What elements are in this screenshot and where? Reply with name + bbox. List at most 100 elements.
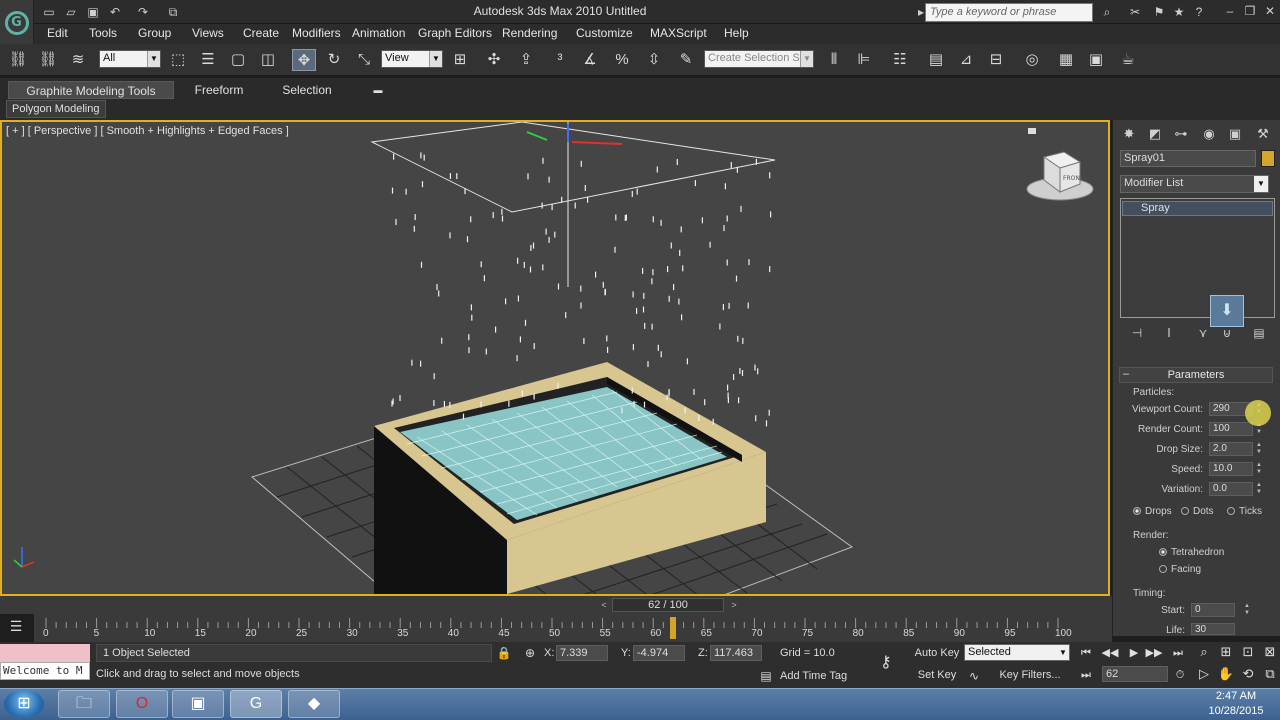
field-of-view-icon[interactable]: ▷ [1194, 665, 1214, 683]
mini-curve-editor-icon[interactable]: ☰ [4, 618, 28, 638]
next-frame-arrow-icon[interactable]: > [728, 598, 740, 612]
remote-desktop-taskbar-icon[interactable]: ▣ [172, 690, 224, 718]
render-facing-radio[interactable]: Facing [1159, 564, 1201, 575]
reference-coordinate-select[interactable]: View ▼ [381, 50, 443, 68]
variation-spinner[interactable]: ▲ ▼ [1255, 482, 1263, 496]
key-mode-toggle-icon[interactable]: ⏭ [1076, 667, 1096, 683]
selection-region-icon[interactable]: ▢ [226, 49, 250, 71]
start-field[interactable]: 0 [1191, 603, 1235, 617]
zoom-extents-icon[interactable]: ⊡ [1238, 643, 1258, 661]
go-to-end-icon[interactable]: ⏭ [1168, 645, 1188, 661]
angle-snap-icon[interactable]: ∡ [578, 49, 602, 71]
unlink-icon[interactable]: ⛓ [36, 49, 60, 71]
menu-views[interactable]: Views [192, 26, 224, 40]
configure-sets-icon[interactable]: ▤ [1249, 325, 1269, 341]
help-icon[interactable]: ? [1190, 3, 1208, 21]
subscription-icon[interactable]: ⚑ [1150, 3, 1168, 21]
redo-icon[interactable]: ↷ [134, 3, 152, 21]
orbit-icon[interactable]: ⟲ [1238, 665, 1258, 683]
time-tag-icon[interactable]: ▤ [758, 668, 774, 684]
pan-view-icon[interactable]: ✋ [1216, 665, 1236, 683]
restore-icon[interactable]: ❐ [1242, 3, 1258, 19]
life-field[interactable]: 30 [1191, 623, 1235, 635]
new-file-icon[interactable]: ▭ [40, 3, 58, 21]
zoom-all-icon[interactable]: ⊞ [1216, 643, 1236, 661]
undo-icon[interactable]: ↶ [106, 3, 124, 21]
edit-named-selection-icon[interactable]: ✎ [674, 49, 698, 71]
menu-animation[interactable]: Animation [352, 26, 405, 40]
mirror-icon[interactable]: ⫴ [822, 49, 846, 71]
select-and-move-icon[interactable]: ✥ [292, 49, 316, 71]
key-tangent-icon[interactable]: ∿ [966, 668, 982, 684]
schematic-view-icon[interactable]: ⊟ [984, 49, 1008, 71]
pivot-center-icon[interactable]: ⊞ [448, 49, 472, 71]
search-input[interactable]: Type a keyword or phrase [925, 3, 1093, 22]
drop-size-spinner[interactable]: ▲ ▼ [1255, 442, 1263, 456]
parameters-rollout-header[interactable]: Parameters [1119, 367, 1273, 383]
motion-tab-icon[interactable]: ◉ [1199, 125, 1219, 143]
pin-stack-icon[interactable]: ⊣ [1127, 325, 1147, 341]
display-drops-radio[interactable]: Drops [1133, 506, 1172, 517]
menu-customize[interactable]: Customize [576, 26, 633, 40]
3dsmax-taskbar-icon[interactable]: G [230, 690, 282, 718]
create-tab-icon[interactable]: ✸ [1119, 125, 1139, 143]
ribbon-options-icon[interactable]: ▬ [370, 81, 386, 99]
menu-modifiers[interactable]: Modifiers [292, 26, 341, 40]
viewcube[interactable]: FRONT [1026, 128, 1094, 201]
select-and-manipulate-icon[interactable]: ✣ [482, 49, 506, 71]
window-crossing-icon[interactable]: ◫ [256, 49, 280, 71]
ribbon-tab-graphite[interactable]: Graphite Modeling Tools [8, 81, 174, 99]
graphite-toggle-icon[interactable]: ▤ [924, 49, 948, 71]
select-by-name-icon[interactable]: ☰ [196, 49, 220, 71]
select-object-icon[interactable]: ⬚ [166, 49, 190, 71]
speed-spinner[interactable]: ▲ ▼ [1255, 462, 1263, 476]
menu-help[interactable]: Help [724, 26, 749, 40]
favorites-star-icon[interactable]: ★ [1170, 3, 1188, 21]
quick-render-icon[interactable]: ☕ [1116, 49, 1140, 71]
previous-frame-arrow-icon[interactable]: < [598, 598, 610, 612]
ribbon-polygon-modeling[interactable]: Polygon Modeling [6, 100, 106, 118]
next-frame-icon[interactable]: ▶▶ [1144, 645, 1164, 661]
modify-tab-icon[interactable]: ◩ [1145, 125, 1165, 143]
keyboard-shortcut-override-icon[interactable]: ⇪ [514, 49, 538, 71]
application-taskbar-icon[interactable]: ◆ [288, 690, 340, 718]
select-and-rotate-icon[interactable]: ↻ [322, 49, 346, 71]
time-configuration-icon[interactable]: ⏱ [1170, 667, 1190, 683]
object-color-swatch[interactable] [1261, 150, 1275, 167]
current-frame-marker[interactable] [670, 617, 677, 639]
utilities-tab-icon[interactable]: ⚒ [1253, 125, 1273, 143]
time-slider-track[interactable] [0, 596, 1112, 614]
x-coordinate-field[interactable]: 7.339 [556, 645, 608, 661]
perspective-viewport[interactable]: [ + ] [ Perspective ] [ Smooth + Highlig… [0, 120, 1110, 596]
application-button[interactable]: G [0, 0, 34, 46]
maxscript-listener[interactable]: Welcome to M [0, 662, 90, 680]
selection-filter-select[interactable]: All ▼ [99, 50, 161, 68]
zoom-extents-all-icon[interactable]: ⊠ [1260, 643, 1280, 661]
rendered-frame-icon[interactable]: ▣ [1084, 49, 1108, 71]
explorer-taskbar-icon[interactable]: 🗀 [58, 690, 110, 718]
play-icon[interactable]: ▶ [1124, 645, 1144, 661]
menu-maxscript[interactable]: MAXScript [650, 26, 707, 40]
menu-rendering[interactable]: Rendering [502, 26, 557, 40]
binoculars-icon[interactable]: ⌕ [1098, 3, 1116, 21]
time-slider-thumb[interactable]: 62 / 100 [612, 598, 724, 612]
variation-field[interactable]: 0.0 [1209, 482, 1253, 496]
clock-date[interactable]: 10/28/2015 [1196, 705, 1276, 717]
maximize-viewport-icon[interactable]: ⧉ [1260, 665, 1280, 683]
lock-selection-icon[interactable]: 🔒 [496, 645, 512, 661]
modifier-list-select[interactable]: Modifier List ▼ [1120, 175, 1269, 193]
modifier-stack-item[interactable]: Spray [1122, 201, 1273, 216]
make-unique-icon[interactable]: ⋎ [1193, 325, 1213, 341]
key-mode-select[interactable]: Selected ▼ [964, 644, 1070, 661]
open-file-icon[interactable]: ▱ [62, 3, 80, 21]
project-folder-icon[interactable]: ⧉ [164, 3, 182, 21]
select-and-scale-icon[interactable]: ⤡ [352, 49, 376, 71]
minimize-icon[interactable]: – [1222, 3, 1238, 19]
y-coordinate-field[interactable]: -4.974 [633, 645, 685, 661]
add-time-tag-button[interactable]: Add Time Tag [780, 670, 847, 682]
material-editor-icon[interactable]: ◎ [1020, 49, 1044, 71]
go-to-start-icon[interactable]: ⏮ [1076, 645, 1096, 661]
zoom-icon[interactable]: ⌕ [1194, 643, 1214, 661]
display-ticks-radio[interactable]: Ticks [1227, 506, 1262, 517]
close-icon[interactable]: ✕ [1262, 3, 1278, 19]
